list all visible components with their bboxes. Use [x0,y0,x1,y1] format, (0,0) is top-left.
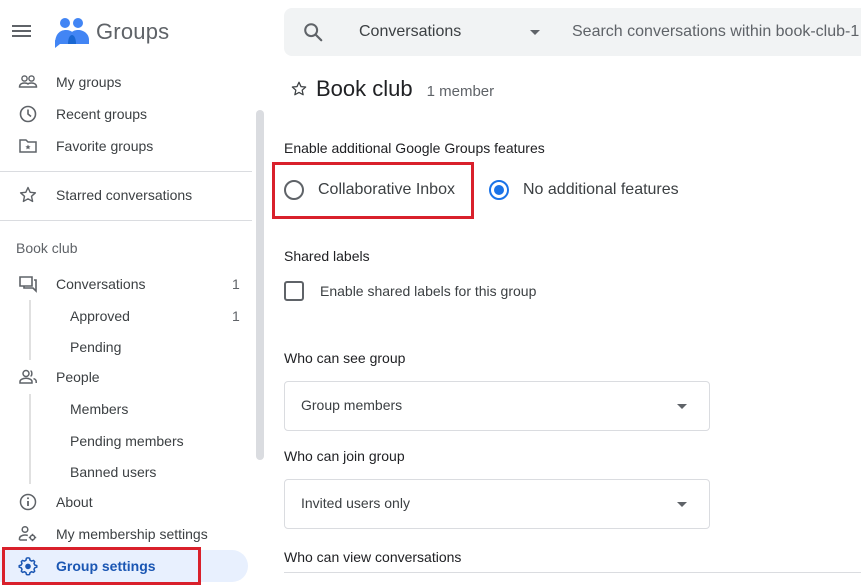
who-can-see-label: Who can see group [284,350,406,366]
sidebar-item-label: My groups [56,74,122,90]
chevron-down-icon[interactable] [530,30,540,35]
sidebar-item-label: People [56,369,100,385]
sidebar-item-starred-conversations[interactable]: Starred conversations [0,179,250,211]
sidebar-item-pending[interactable]: Pending [0,331,250,363]
sidebar-item-label: Members [70,401,129,417]
sidebar-item-approved[interactable]: Approved 1 [0,300,250,332]
who-can-view-label: Who can view conversations [284,549,462,565]
who-can-join-label: Who can join group [284,448,405,464]
member-count: 1 member [426,83,495,100]
group-header: Book club 1 member [290,76,494,102]
group-section-title: Book club [16,240,78,256]
section-divider [284,572,861,573]
sidebar-item-banned-users[interactable]: Banned users [0,456,250,488]
checkbox-box [284,281,304,301]
sidebar-item-label: Recent groups [56,106,148,122]
forum-icon [19,276,37,293]
app-name: Groups [96,19,170,44]
page-title: Book club [316,76,413,101]
info-icon [19,493,37,511]
radio-label: Collaborative Inbox [318,181,455,198]
shared-labels-label: Shared labels [284,248,370,264]
approved-count: 1 [232,308,240,324]
groups-app: Groups Conversations My groups Recent gr… [0,0,861,588]
no-additional-features-radio[interactable]: No additional features [489,180,679,200]
search-icon[interactable] [302,21,324,43]
sidebar-item-my-membership-settings[interactable]: My membership settings [0,518,250,550]
select-value: Invited users only [301,495,410,511]
menu-icon-bar [12,30,31,32]
search-scope-dropdown[interactable]: Conversations [359,23,461,41]
chevron-down-icon [677,502,687,507]
main-menu-button[interactable] [12,22,34,42]
sidebar-item-label: About [56,494,93,510]
clock-icon [19,105,37,123]
sidebar-item-label: Starred conversations [56,187,193,203]
folder-star-icon [19,139,37,153]
sidebar-item-my-groups[interactable]: My groups [0,66,250,98]
who-can-join-select[interactable]: Invited users only [284,479,710,529]
collaborative-inbox-radio[interactable]: Collaborative Inbox [284,180,455,200]
sidebar-item-people[interactable]: People [0,361,250,393]
menu-icon-bar [12,35,31,37]
conversations-count: 1 [232,276,240,292]
radio-circle [284,180,304,200]
sidebar-item-label: Conversations [56,276,146,292]
sidebar-item-favorite-groups[interactable]: Favorite groups [0,130,250,162]
menu-icon-bar [12,25,31,27]
star-icon[interactable] [290,80,308,98]
search-bar: Conversations [284,8,861,56]
gear-icon [18,557,38,576]
features-label: Enable additional Google Groups features [284,140,545,156]
sidebar-divider [0,171,252,172]
person-gear-icon [18,525,37,542]
search-input[interactable] [572,20,861,44]
sidebar-item-label: Pending members [70,433,184,449]
groups-icon [18,75,38,88]
sidebar: My groups Recent groups Favorite groups … [0,64,260,588]
sidebar-item-label: Favorite groups [56,138,154,154]
sidebar-item-about[interactable]: About [0,486,250,518]
who-can-see-select[interactable]: Group members [284,381,710,431]
sidebar-item-label: Pending [70,339,122,355]
sidebar-item-group-settings[interactable]: Group settings [0,550,248,582]
sidebar-item-recent-groups[interactable]: Recent groups [0,98,250,130]
sidebar-item-pending-members[interactable]: Pending members [0,425,250,457]
shared-labels-checkbox[interactable]: Enable shared labels for this group [284,281,536,301]
star-icon [19,186,37,203]
sidebar-item-label: Banned users [70,464,157,480]
sidebar-item-members[interactable]: Members [0,393,250,425]
sidebar-item-conversations[interactable]: Conversations 1 [0,268,250,300]
checkbox-label: Enable shared labels for this group [320,283,537,299]
chevron-down-icon [677,404,687,409]
sidebar-item-label: Group settings [56,558,156,574]
select-value: Group members [301,397,403,413]
radio-circle [489,180,509,200]
sidebar-divider [0,220,252,221]
groups-logo-icon[interactable] [54,16,90,48]
people-icon [19,369,37,384]
sidebar-scrollbar[interactable] [256,110,264,460]
radio-label: No additional features [523,181,679,198]
sidebar-item-label: Approved [70,308,130,324]
sidebar-item-label: My membership settings [56,526,208,542]
